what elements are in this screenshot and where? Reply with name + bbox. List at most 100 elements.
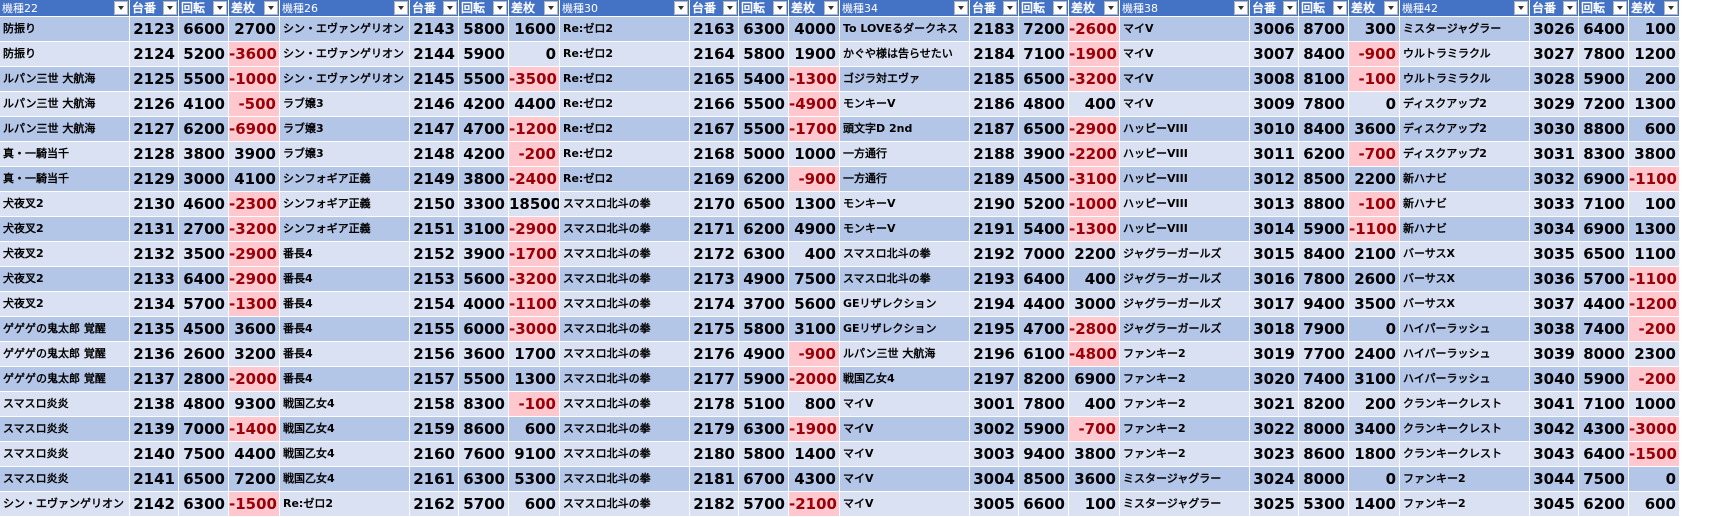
cell-name[interactable]: ディスクアップ2: [1400, 92, 1530, 116]
column-header-dai[interactable]: 台番: [1530, 0, 1579, 16]
cell-dai[interactable]: 2131: [130, 217, 179, 241]
cell-sa[interactable]: -100: [1349, 67, 1399, 91]
cell-dai[interactable]: 3032: [1530, 167, 1579, 191]
cell-sa[interactable]: -900: [789, 342, 839, 366]
cell-dai[interactable]: 2187: [970, 117, 1019, 141]
cell-dai[interactable]: 3024: [1250, 467, 1299, 491]
cell-name[interactable]: ラブ嬢3: [280, 117, 410, 141]
cell-dai[interactable]: 3002: [970, 417, 1019, 441]
cell-sa[interactable]: -1500: [229, 492, 279, 516]
cell-sa[interactable]: -500: [229, 92, 279, 116]
cell-name[interactable]: 番長4: [280, 342, 410, 366]
filter-dropdown-icon[interactable]: [1563, 1, 1577, 15]
cell-kai[interactable]: 3900: [459, 242, 509, 266]
cell-dai[interactable]: 2194: [970, 292, 1019, 316]
cell-sa[interactable]: 200: [1349, 392, 1399, 416]
cell-kai[interactable]: 5200: [1019, 192, 1069, 216]
cell-dai[interactable]: 2148: [410, 142, 459, 166]
cell-kai[interactable]: 7200: [1019, 17, 1069, 41]
cell-dai[interactable]: 3023: [1250, 442, 1299, 466]
cell-name[interactable]: ミスタージャグラー: [1120, 492, 1250, 516]
cell-name[interactable]: ハッピーVIII: [1120, 142, 1250, 166]
cell-sa[interactable]: 2200: [1069, 242, 1119, 266]
cell-name[interactable]: スマスロ北斗の拳: [560, 192, 690, 216]
cell-kai[interactable]: 8700: [1299, 17, 1349, 41]
column-header-kai[interactable]: 回転: [1299, 0, 1349, 16]
cell-name[interactable]: 番長4: [280, 267, 410, 291]
cell-kai[interactable]: 5400: [1019, 217, 1069, 241]
cell-dai[interactable]: 2151: [410, 217, 459, 241]
cell-name[interactable]: マイV: [840, 467, 970, 491]
cell-sa[interactable]: -1000: [229, 67, 279, 91]
cell-name[interactable]: クランキークレスト: [1400, 392, 1530, 416]
cell-name[interactable]: ディスクアップ2: [1400, 117, 1530, 141]
cell-kai[interactable]: 6400: [1579, 442, 1629, 466]
cell-sa[interactable]: -100: [509, 392, 559, 416]
cell-kai[interactable]: 7800: [1299, 267, 1349, 291]
cell-kai[interactable]: 7600: [459, 442, 509, 466]
cell-sa[interactable]: -200: [509, 142, 559, 166]
cell-dai[interactable]: 2170: [690, 192, 739, 216]
column-header-sa[interactable]: 差枚: [509, 0, 559, 16]
filter-dropdown-icon[interactable]: [493, 1, 507, 15]
cell-kai[interactable]: 7400: [1299, 367, 1349, 391]
filter-dropdown-icon[interactable]: [1283, 1, 1297, 15]
cell-dai[interactable]: 2183: [970, 17, 1019, 41]
cell-kai[interactable]: 5800: [739, 42, 789, 66]
cell-dai[interactable]: 3018: [1250, 317, 1299, 341]
cell-name[interactable]: スマスロ北斗の拳: [560, 267, 690, 291]
cell-kai[interactable]: 6600: [179, 17, 229, 41]
cell-kai[interactable]: 6600: [1019, 492, 1069, 516]
cell-sa[interactable]: 600: [1629, 117, 1679, 141]
cell-kai[interactable]: 7500: [1579, 467, 1629, 491]
cell-name[interactable]: スマスロ北斗の拳: [560, 317, 690, 341]
cell-kai[interactable]: 8000: [1579, 342, 1629, 366]
cell-kai[interactable]: 5500: [459, 67, 509, 91]
cell-dai[interactable]: 2173: [690, 267, 739, 291]
cell-dai[interactable]: 2177: [690, 367, 739, 391]
cell-name[interactable]: 番長4: [280, 317, 410, 341]
cell-name[interactable]: 戦国乙女4: [280, 417, 410, 441]
cell-sa[interactable]: 1600: [509, 17, 559, 41]
cell-sa[interactable]: -2100: [789, 492, 839, 516]
cell-sa[interactable]: -2900: [229, 242, 279, 266]
cell-sa[interactable]: 2700: [229, 17, 279, 41]
cell-kai[interactable]: 5300: [1299, 492, 1349, 516]
cell-dai[interactable]: 2152: [410, 242, 459, 266]
cell-name[interactable]: ゲゲゲの鬼太郎 覚醒: [0, 317, 130, 341]
cell-name[interactable]: スマスロ炎炎: [0, 467, 130, 491]
cell-dai[interactable]: 3009: [1250, 92, 1299, 116]
cell-dai[interactable]: 2155: [410, 317, 459, 341]
cell-kai[interactable]: 4000: [459, 292, 509, 316]
cell-dai[interactable]: 3043: [1530, 442, 1579, 466]
cell-kai[interactable]: 6300: [459, 467, 509, 491]
cell-dai[interactable]: 3025: [1250, 492, 1299, 516]
cell-kai[interactable]: 6300: [739, 17, 789, 41]
column-header-name[interactable]: 機種26: [280, 0, 410, 16]
cell-name[interactable]: 犬夜叉2: [0, 292, 130, 316]
cell-dai[interactable]: 2181: [690, 467, 739, 491]
cell-dai[interactable]: 2128: [130, 142, 179, 166]
cell-sa[interactable]: 100: [1069, 492, 1119, 516]
cell-dai[interactable]: 2135: [130, 317, 179, 341]
cell-dai[interactable]: 2160: [410, 442, 459, 466]
column-header-sa[interactable]: 差枚: [789, 0, 839, 16]
cell-name[interactable]: ハッピーVIII: [1120, 167, 1250, 191]
cell-dai[interactable]: 2191: [970, 217, 1019, 241]
cell-kai[interactable]: 3500: [179, 242, 229, 266]
cell-dai[interactable]: 3044: [1530, 467, 1579, 491]
cell-kai[interactable]: 4500: [179, 317, 229, 341]
cell-name[interactable]: 一方通行: [840, 167, 970, 191]
cell-sa[interactable]: -200: [1629, 317, 1679, 341]
column-header-kai[interactable]: 回転: [179, 0, 229, 16]
cell-dai[interactable]: 2196: [970, 342, 1019, 366]
cell-kai[interactable]: 6300: [179, 492, 229, 516]
cell-kai[interactable]: 5900: [739, 367, 789, 391]
cell-dai[interactable]: 3028: [1530, 67, 1579, 91]
cell-dai[interactable]: 2140: [130, 442, 179, 466]
cell-sa[interactable]: 800: [789, 392, 839, 416]
cell-sa[interactable]: 1300: [789, 192, 839, 216]
cell-dai[interactable]: 3027: [1530, 42, 1579, 66]
cell-name[interactable]: 戦国乙女4: [280, 467, 410, 491]
cell-sa[interactable]: 1300: [1629, 217, 1679, 241]
